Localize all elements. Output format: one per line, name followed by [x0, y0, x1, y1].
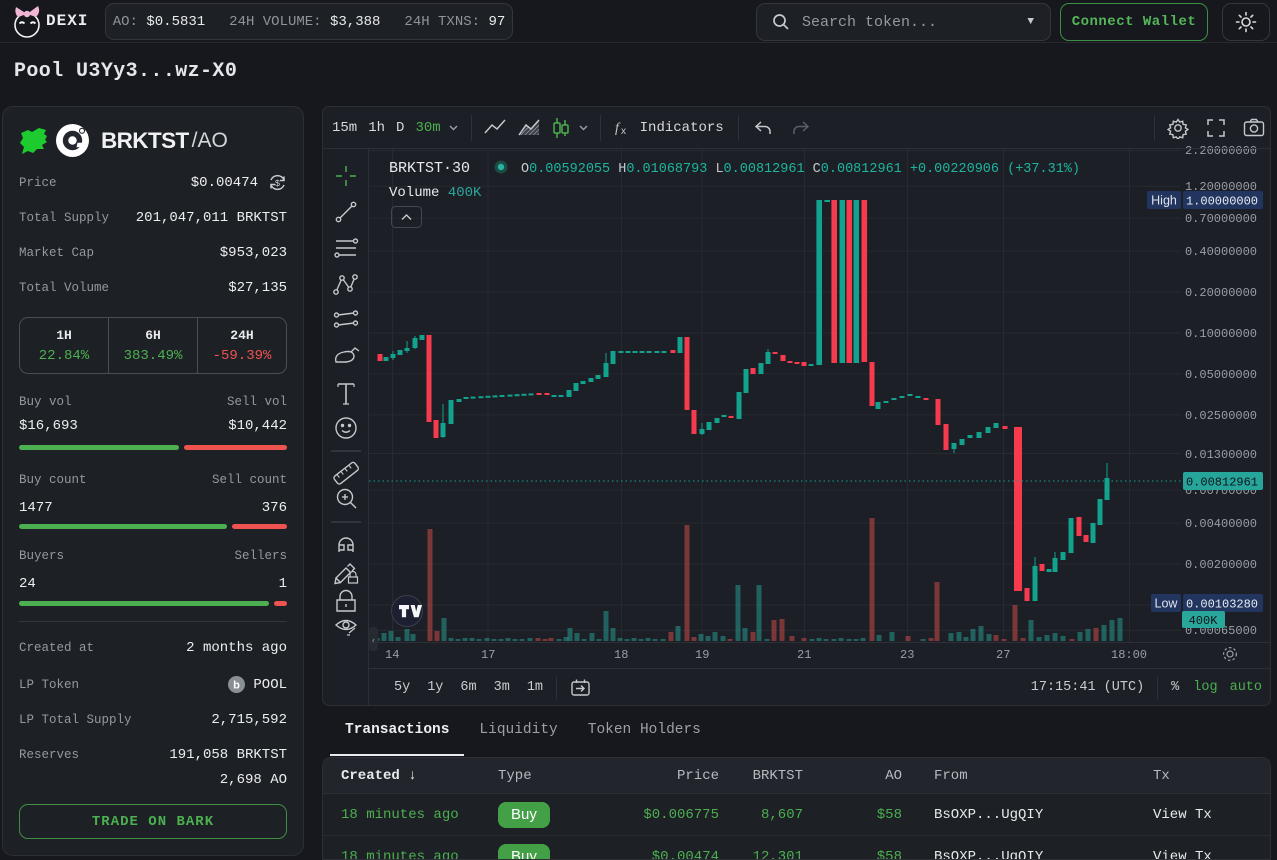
svg-text:0.70000000: 0.70000000	[1185, 212, 1257, 226]
svg-text:0.00200000: 0.00200000	[1185, 558, 1257, 572]
svg-text:x: x	[621, 126, 626, 137]
svg-text:0.01300000: 0.01300000	[1185, 448, 1257, 462]
svg-text:$: $	[275, 179, 281, 189]
svg-text:O0.00592055 H0.01068793 L0.008: O0.00592055 H0.01068793 L0.00812961 C0.0…	[521, 162, 1080, 177]
svg-text:0.20000000: 0.20000000	[1185, 286, 1257, 300]
svg-text:0.00103280: 0.00103280	[1186, 598, 1258, 612]
svg-text:0.00400000: 0.00400000	[1185, 517, 1257, 531]
svg-text:0.40000000: 0.40000000	[1185, 245, 1257, 259]
svg-text:0.02500000: 0.02500000	[1185, 409, 1257, 423]
svg-text:Volume 400K: Volume 400K	[389, 185, 482, 201]
svg-text:BRKTST·30: BRKTST·30	[389, 160, 470, 177]
svg-text:b: b	[234, 680, 241, 692]
svg-text:0.00812961: 0.00812961	[1186, 476, 1258, 490]
svg-text:Low: Low	[1155, 597, 1179, 611]
svg-text:400K: 400K	[1189, 614, 1219, 628]
svg-text:1.00000000: 1.00000000	[1186, 195, 1258, 209]
svg-text:High: High	[1151, 194, 1177, 208]
svg-text:0.10000000: 0.10000000	[1185, 327, 1257, 341]
svg-text:0.05000000: 0.05000000	[1185, 368, 1257, 382]
